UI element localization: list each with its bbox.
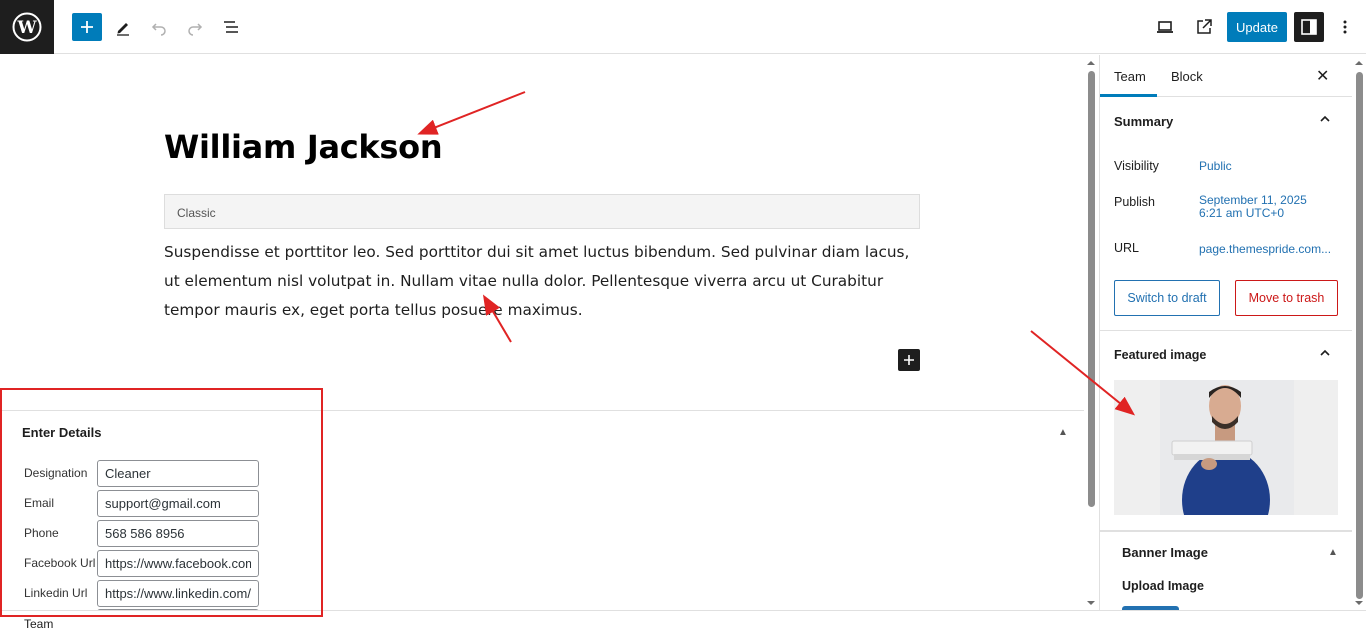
upload-image-label: Upload Image — [1122, 579, 1204, 593]
classic-block-toolbar[interactable]: Classic — [164, 194, 920, 229]
divider — [1100, 530, 1352, 532]
undo-button[interactable] — [144, 13, 174, 41]
tab-block[interactable]: Block — [1171, 69, 1203, 84]
featured-image-panel-header[interactable]: Featured image — [1100, 331, 1352, 379]
visibility-value[interactable]: Public — [1199, 160, 1232, 173]
collapse-triangle-icon[interactable]: ▲ — [1328, 547, 1338, 558]
publish-label: Publish — [1114, 195, 1155, 209]
featured-image-thumbnail[interactable] — [1114, 380, 1338, 515]
scroll-down-icon[interactable] — [1352, 598, 1366, 608]
external-link-icon — [1197, 19, 1212, 34]
publish-time-value[interactable]: 6:21 am UTC+0 — [1199, 207, 1284, 220]
annotation-highlight-box — [0, 388, 323, 617]
view-post-button[interactable] — [1189, 13, 1219, 41]
visibility-label: Visibility — [1114, 159, 1159, 173]
featured-image-title: Featured image — [1114, 348, 1207, 362]
redo-icon — [188, 23, 203, 36]
document-overview-button[interactable] — [216, 13, 246, 41]
undo-icon — [151, 23, 166, 36]
update-button[interactable]: Update — [1227, 12, 1287, 42]
chevron-up-icon — [1320, 115, 1330, 122]
sidebar-scroll-thumb[interactable] — [1356, 72, 1363, 599]
plus-icon — [81, 21, 93, 33]
breadcrumb-team[interactable]: Team — [24, 617, 53, 631]
editor-scrollbar[interactable] — [1084, 55, 1098, 610]
summary-title: Summary — [1114, 114, 1174, 129]
move-to-trash-button[interactable]: Move to trash — [1235, 280, 1338, 316]
editor-toolbar: W Update — [0, 0, 1366, 54]
redo-button[interactable] — [180, 13, 210, 41]
sidebar-tabs: Team Block ✕ — [1100, 55, 1352, 97]
preview-button[interactable] — [1150, 13, 1180, 41]
close-icon[interactable]: ✕ — [1316, 66, 1329, 86]
sidebar-scrollbar[interactable] — [1352, 55, 1366, 610]
pencil-icon — [117, 23, 129, 36]
post-title[interactable]: William Jackson — [164, 128, 443, 166]
wordpress-logo-icon[interactable]: W — [0, 0, 54, 54]
scroll-up-icon[interactable] — [1084, 58, 1098, 68]
scroll-up-icon[interactable] — [1352, 58, 1366, 68]
sidebar-icon — [1301, 19, 1317, 35]
more-vertical-icon — [1343, 20, 1347, 34]
settings-sidebar: Team Block ✕ Summary Visibility Public P… — [1099, 55, 1352, 610]
collapse-triangle-icon[interactable]: ▲ — [1058, 427, 1068, 438]
tab-team[interactable]: Team — [1114, 69, 1146, 84]
url-value[interactable]: page.themespride.com... — [1199, 243, 1331, 256]
inline-add-block-button[interactable] — [898, 349, 920, 371]
url-label: URL — [1114, 241, 1140, 255]
plus-icon — [904, 355, 914, 365]
switch-to-draft-button[interactable]: Switch to draft — [1114, 280, 1220, 316]
post-content[interactable]: Suspendisse et porttitor leo. Sed portti… — [164, 238, 924, 325]
editor-scroll-thumb[interactable] — [1088, 71, 1095, 507]
options-menu-button[interactable] — [1330, 13, 1360, 41]
banner-image-title: Banner Image — [1122, 545, 1208, 560]
add-block-button[interactable] — [72, 13, 102, 41]
settings-toggle-button[interactable] — [1294, 12, 1324, 42]
chevron-up-icon — [1320, 349, 1330, 356]
summary-panel-header[interactable]: Summary — [1100, 97, 1352, 145]
upload-image-button[interactable] — [1122, 606, 1179, 610]
scroll-down-icon[interactable] — [1084, 598, 1098, 608]
tools-button[interactable] — [108, 13, 138, 41]
svg-text:W: W — [16, 18, 37, 38]
list-view-icon — [224, 21, 238, 33]
laptop-icon — [1157, 21, 1173, 33]
